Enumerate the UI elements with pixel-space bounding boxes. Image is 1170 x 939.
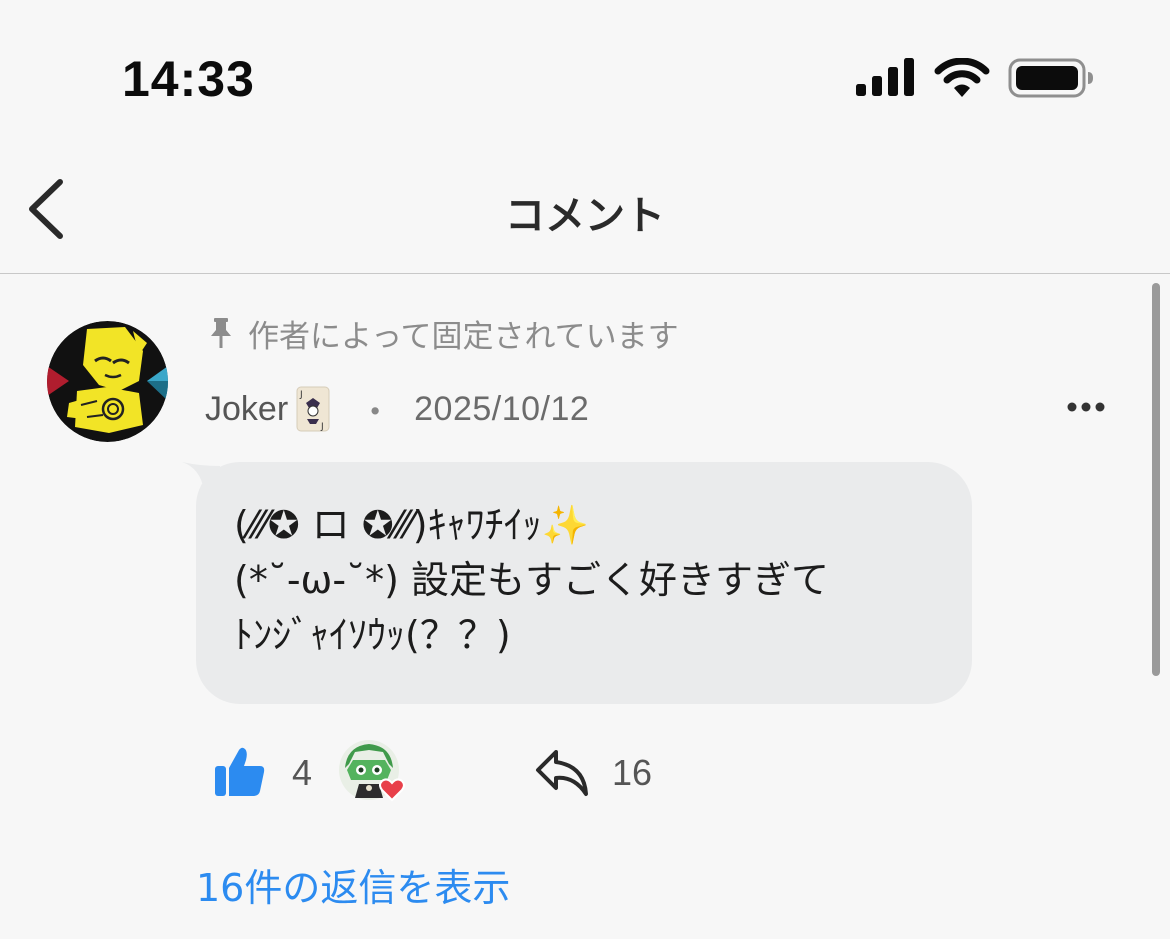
heart-icon	[379, 778, 405, 802]
reply-arrow-icon	[536, 750, 588, 796]
reactor-avatar[interactable]	[339, 740, 405, 806]
share-button[interactable]	[534, 748, 590, 798]
pinned-label: 作者によって固定されています	[248, 318, 679, 355]
comment-text-line: (⁄⁄⁄✪ ロ ✪⁄⁄⁄)ｷｬﾜﾁｲｯ✨	[234, 503, 589, 547]
like-count: 4	[292, 752, 313, 793]
battery-icon	[1008, 58, 1093, 98]
share-count: 16	[612, 752, 653, 793]
comment-text-line: ﾄﾝｼﾞｬｲｿｳｯ(？？)	[234, 613, 511, 657]
pin-icon	[211, 318, 231, 348]
svg-text:J: J	[299, 390, 303, 400]
signal-icon	[856, 58, 914, 96]
comment-date: 2025/10/12	[414, 389, 590, 428]
status-time: 14:33	[122, 51, 255, 107]
comment-actions: 4 16	[212, 740, 712, 806]
comment-bubble[interactable]: (⁄⁄⁄✪ ロ ✪⁄⁄⁄)ｷｬﾜﾁｲｯ✨ (*˘-ω-˘*) 設定もすごく好きす…	[196, 462, 972, 704]
view-replies-link[interactable]: 16件の返信を表示	[196, 857, 510, 912]
like-button[interactable]	[212, 744, 268, 800]
author-avatar-image	[47, 321, 168, 442]
navigation-bar: コメント	[0, 150, 1170, 274]
more-horizontal-icon	[1067, 402, 1105, 412]
author-name[interactable]: Joker	[205, 390, 288, 429]
author-avatar[interactable]	[47, 321, 168, 442]
thumbs-up-icon	[215, 747, 265, 796]
joker-playing-card-icon: J J	[296, 386, 330, 432]
pinned-indicator: 作者によって固定されています	[208, 310, 679, 356]
comment-meta: Joker J J ・ 2025/10/12	[205, 385, 589, 433]
more-options-button[interactable]	[1062, 392, 1110, 422]
scrollbar[interactable]	[1152, 283, 1160, 676]
comment-text-line: (*˘-ω-˘*) 設定もすごく好きすぎて	[234, 558, 829, 602]
wifi-icon	[934, 58, 990, 97]
page-title: コメント	[505, 193, 665, 239]
status-bar: 14:33	[0, 0, 1170, 150]
meta-separator: ・	[358, 393, 393, 432]
svg-text:J: J	[320, 422, 324, 432]
